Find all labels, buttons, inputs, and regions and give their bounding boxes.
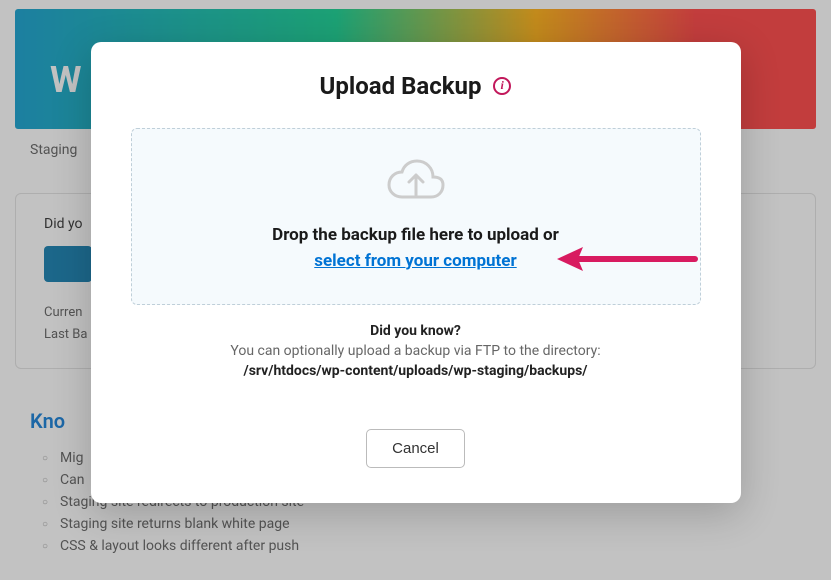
select-file-link[interactable]: select from your computer bbox=[314, 251, 516, 271]
cancel-button[interactable]: Cancel bbox=[366, 429, 465, 468]
modal-overlay: Upload Backup Drop the backup file here … bbox=[0, 0, 831, 580]
dyk-title: Did you know? bbox=[131, 323, 701, 339]
info-icon[interactable] bbox=[493, 77, 511, 95]
arrow-annotation bbox=[555, 244, 700, 274]
dropzone-instruction: Drop the backup file here to upload or bbox=[272, 225, 559, 245]
modal-title: Upload Backup bbox=[131, 72, 701, 100]
dyk-description: You can optionally upload a backup via F… bbox=[131, 343, 701, 359]
modal-title-text: Upload Backup bbox=[320, 72, 482, 100]
upload-backup-modal: Upload Backup Drop the backup file here … bbox=[91, 42, 741, 503]
upload-dropzone[interactable]: Drop the backup file here to upload or s… bbox=[131, 128, 701, 305]
cloud-upload-icon bbox=[385, 157, 447, 207]
did-you-know-section: Did you know? You can optionally upload … bbox=[131, 323, 701, 379]
dyk-path: /srv/htdocs/wp-content/uploads/wp-stagin… bbox=[131, 363, 701, 379]
